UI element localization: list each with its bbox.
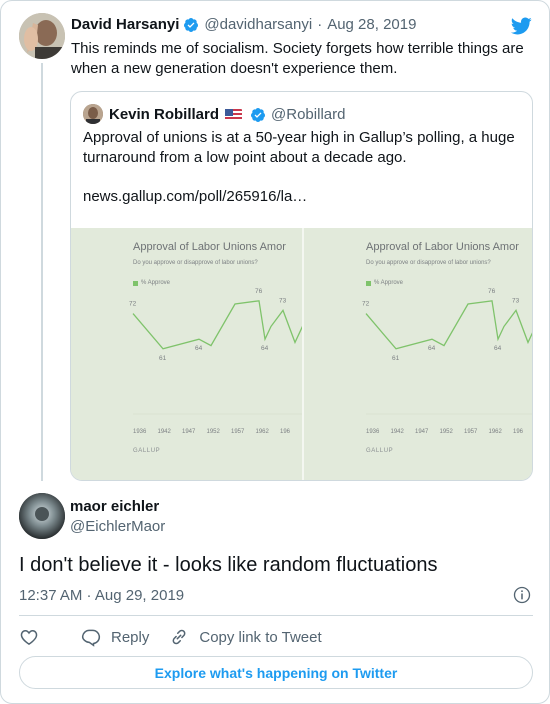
chart-panel-left: Approval of Labor Unions Amor Do you app… (71, 228, 302, 480)
data-label: 64 (261, 345, 269, 352)
data-label: 61 (159, 355, 167, 362)
quoted-handle[interactable]: @Robillard (271, 106, 345, 123)
line-chart-svg: 7261647664737168193619421947195219571962… (129, 288, 302, 435)
parent-text: This reminds me of socialism. Society fo… (71, 40, 524, 77)
chart-panel-right: Approval of Labor Unions Amor Do you app… (302, 228, 532, 480)
action-bar: Reply Copy link to Tweet (19, 626, 342, 648)
data-label: 73 (279, 297, 287, 304)
tweet-embed: David Harsanyi @davidharsanyi · Aug 28, … (0, 0, 550, 704)
data-label: 64 (494, 345, 502, 352)
info-icon[interactable] (512, 585, 532, 605)
like-button[interactable] (19, 627, 49, 647)
x-tick-label: 1947 (415, 429, 429, 435)
reply-icon (81, 629, 101, 647)
twitter-bird-icon[interactable] (509, 15, 533, 37)
verified-badge-icon (251, 107, 266, 122)
like-heart-icon (20, 629, 38, 645)
copy-link-button[interactable]: Copy link to Tweet (169, 627, 322, 647)
divider (19, 615, 533, 616)
x-tick-label: 1952 (440, 429, 454, 435)
data-label: 64 (195, 345, 203, 352)
reply-button[interactable]: Reply (81, 627, 149, 647)
explore-button[interactable]: Explore what's happening on Twitter (19, 656, 533, 689)
x-tick-label: 1962 (489, 429, 503, 435)
verified-badge-icon (184, 17, 199, 32)
x-tick-label: 1942 (158, 429, 172, 435)
chart-footer: GALLUP (366, 448, 394, 454)
x-tick-label: 1957 (231, 429, 245, 435)
x-tick-label: 196 (280, 429, 291, 435)
parent-date[interactable]: Aug 28, 2019 (327, 16, 416, 33)
reply-handle[interactable]: @EichlerMaor (70, 518, 165, 535)
x-tick-label: 1936 (366, 429, 380, 435)
line-chart-svg: 7261647664737168193619421947195219571962… (362, 288, 532, 435)
quoted-avatar[interactable] (83, 104, 103, 124)
thread-line (41, 63, 43, 481)
series-line (365, 300, 532, 350)
quoted-tweet-card[interactable]: Kevin Robillard @Robillard Approval of u… (70, 91, 533, 481)
data-label: 72 (129, 301, 137, 308)
data-label: 73 (512, 297, 520, 304)
data-label: 72 (362, 301, 370, 308)
parent-avatar[interactable] (19, 13, 65, 59)
quoted-text: Approval of unions is at a 50-year high … (83, 129, 515, 166)
data-label: 76 (255, 288, 263, 295)
quoted-link[interactable]: news.gallup.com/poll/265916/la… (83, 188, 307, 205)
x-tick-label: 1942 (391, 429, 405, 435)
reply-avatar[interactable] (19, 493, 65, 539)
parent-handle[interactable]: @davidharsanyi (204, 16, 312, 33)
parent-header: David Harsanyi @davidharsanyi · Aug 28, … (71, 16, 416, 33)
x-tick-label: 1936 (133, 429, 147, 435)
reply-timestamp[interactable]: 12:37 AM · Aug 29, 2019 (19, 587, 184, 604)
link-icon (172, 629, 186, 645)
x-tick-label: 1957 (464, 429, 478, 435)
x-tick-label: 1952 (207, 429, 221, 435)
data-label: 76 (488, 288, 496, 295)
data-label: 64 (428, 345, 436, 352)
quoted-media[interactable]: Approval of Labor Unions Amor Do you app… (71, 228, 532, 480)
reply-label: Reply (111, 628, 150, 646)
series-line (132, 300, 302, 350)
x-tick-label: 1962 (256, 429, 270, 435)
quoted-name[interactable]: Kevin Robillard (109, 106, 219, 123)
x-tick-label: 1947 (182, 429, 196, 435)
chart-footer: GALLUP (133, 448, 161, 454)
reply-name[interactable]: maor eichler (70, 498, 159, 515)
parent-name[interactable]: David Harsanyi (71, 16, 179, 33)
us-flag-icon (225, 108, 243, 121)
x-tick-label: 196 (513, 429, 524, 435)
reply-text: I don't believe it - looks like random f… (19, 554, 438, 576)
header-separator: · (317, 16, 323, 33)
copy-link-label: Copy link to Tweet (199, 628, 322, 646)
data-label: 61 (392, 355, 400, 362)
quoted-header: Kevin Robillard @Robillard (109, 106, 345, 123)
